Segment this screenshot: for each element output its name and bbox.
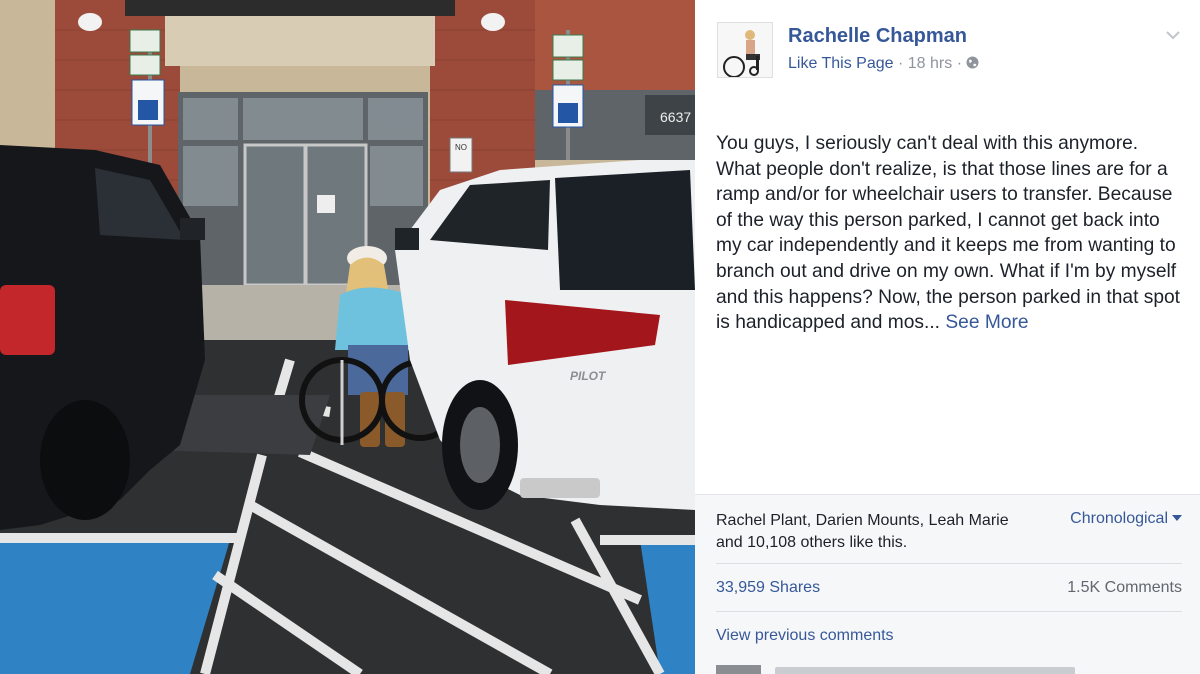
post-body-text: You guys, I seriously can't deal with th… xyxy=(716,133,1181,334)
post-photo[interactable]: 6637 NO PILOT xyxy=(0,0,695,674)
see-more-link[interactable]: See More xyxy=(945,312,1028,333)
comment-preview xyxy=(775,667,1075,674)
no-sign-text: NO xyxy=(455,143,467,152)
avatar-image xyxy=(718,23,772,77)
sort-label: Chronological xyxy=(1070,510,1168,527)
comment-avatar xyxy=(716,665,761,674)
post-time[interactable]: 18 hrs xyxy=(908,55,952,72)
sort-dropdown[interactable]: Chronological xyxy=(1070,510,1182,528)
comments-count-link[interactable]: 1.5K Comments xyxy=(1067,579,1182,597)
globe-icon xyxy=(966,56,979,69)
like-page-link[interactable]: Like This Page xyxy=(788,55,894,72)
author-name[interactable]: Rachelle Chapman xyxy=(788,25,967,48)
divider xyxy=(716,611,1182,612)
meta-separator: · xyxy=(956,55,963,72)
meta-separator: · xyxy=(898,55,904,72)
shares-link[interactable]: 33,959 Shares xyxy=(716,579,820,597)
car-model-badge: PILOT xyxy=(570,369,607,383)
post-header: Rachelle Chapman Like This Page · 18 hrs… xyxy=(717,22,1182,80)
divider xyxy=(716,563,1182,564)
post-footer: Rachel Plant, Darien Mounts, Leah Marie … xyxy=(695,494,1200,674)
view-previous-comments-link[interactable]: View previous comments xyxy=(716,627,894,645)
likes-summary[interactable]: Rachel Plant, Darien Mounts, Leah Marie … xyxy=(716,510,1016,554)
avatar[interactable] xyxy=(717,22,773,78)
post-body: You guys, I seriously can't deal with th… xyxy=(716,131,1186,336)
post-panel: Rachelle Chapman Like This Page · 18 hrs… xyxy=(695,0,1200,674)
caret-down-icon xyxy=(1172,515,1182,521)
store-number: 6637 xyxy=(660,109,691,125)
parking-lot-scene: 6637 NO PILOT xyxy=(0,0,695,674)
chevron-down-icon[interactable] xyxy=(1164,28,1182,40)
post-meta: Like This Page · 18 hrs · xyxy=(788,55,979,73)
